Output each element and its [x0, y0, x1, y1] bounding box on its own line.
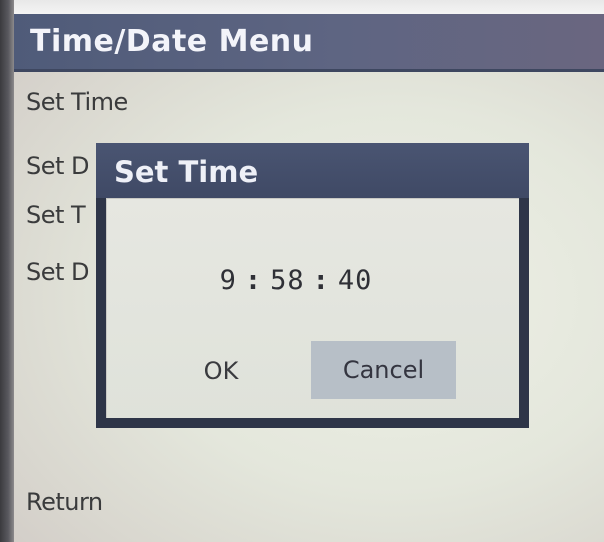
menu-item-set-time[interactable]: Set Time [26, 88, 128, 116]
minutes-field[interactable]: 58 [270, 265, 305, 296]
menu-title: Time/Date Menu [30, 24, 314, 59]
screen-bezel-top [0, 0, 604, 14]
cancel-button[interactable]: Cancel [311, 341, 456, 399]
menu-item-set-date[interactable]: Set D [26, 152, 90, 180]
screen-bezel-left [0, 0, 14, 542]
time-separator: : [312, 265, 330, 296]
dialog-body: 9:58:40 OK Cancel [106, 198, 519, 418]
ok-button[interactable]: OK [176, 343, 266, 399]
seconds-field[interactable]: 40 [338, 265, 373, 296]
time-display: 9:58:40 [106, 265, 486, 296]
menu-title-bar: Time/Date Menu [14, 14, 604, 72]
device-screen: Time/Date Menu Set Time Set D Set T Set … [0, 0, 604, 542]
menu-item-return[interactable]: Return [26, 488, 103, 516]
hours-field[interactable]: 9 [220, 265, 237, 296]
menu-item-set-time-format[interactable]: Set T [26, 201, 86, 229]
time-separator: : [244, 265, 263, 296]
set-time-dialog: Set Time 9:58:40 OK Cancel [96, 143, 529, 428]
dialog-title-bar: Set Time [96, 143, 529, 198]
dialog-title: Set Time [114, 155, 259, 189]
menu-item-set-date-format[interactable]: Set D [26, 258, 90, 286]
